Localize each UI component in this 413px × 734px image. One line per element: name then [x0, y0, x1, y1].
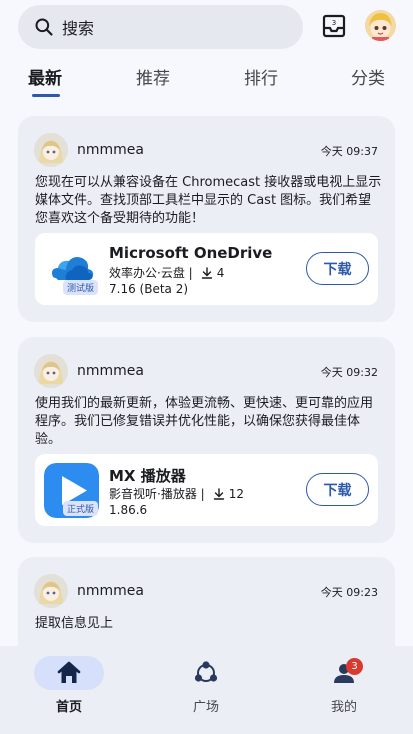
app-meta: 影音视听·播放器 | 12 — [109, 485, 244, 502]
app-version: 7.16 (Beta 2) — [109, 282, 189, 296]
notification-badge: 3 — [346, 658, 363, 675]
post-text: 您现在可以从兼容设备在 Chromecast 接收器或电视上显示媒体文件。查找顶… — [35, 175, 382, 226]
inbox-icon[interactable]: 3 — [321, 13, 347, 39]
nav-home[interactable]: 首页 — [34, 656, 104, 716]
app-meta: 效率办公·云盘 | 4 — [109, 264, 224, 281]
release-badge: 正式版 — [63, 501, 99, 516]
tab-indicator — [32, 94, 60, 97]
search-icon — [35, 18, 53, 36]
plaza-icon — [194, 661, 218, 682]
tab-bar: 最新 推荐 排行 分类 — [0, 58, 413, 100]
release-badge: 测试版 — [63, 280, 99, 295]
download-count-icon — [213, 487, 224, 500]
tab-latest[interactable]: 最新 — [28, 64, 62, 89]
tab-recommended[interactable]: 推荐 — [136, 64, 170, 89]
tab-categories[interactable]: 分类 — [351, 64, 385, 89]
app-version: 1.86.6 — [109, 503, 148, 517]
download-count: 4 — [216, 265, 225, 280]
top-bar: 搜索 3 — [0, 0, 413, 54]
post-time: 今天 09:23 — [320, 586, 378, 599]
post-username[interactable]: nmmmea — [77, 363, 144, 379]
download-button[interactable]: 下载 — [306, 252, 369, 285]
nav-label: 我的 — [330, 700, 357, 715]
app-name[interactable]: Microsoft OneDrive — [109, 244, 272, 262]
post-time: 今天 09:37 — [320, 145, 378, 158]
post-avatar[interactable] — [34, 354, 68, 388]
post-avatar[interactable] — [34, 574, 68, 608]
nav-label: 广场 — [192, 700, 219, 715]
post-avatar[interactable] — [34, 133, 68, 167]
nav-profile[interactable]: 3 我的 — [309, 656, 379, 716]
app-card[interactable]: 测试版 Microsoft OneDrive 效率办公·云盘 | 4 7.16 … — [35, 233, 378, 305]
app-card[interactable]: 正式版 MX 播放器 影音视听·播放器 | 12 1.86.6 下载 — [35, 454, 378, 526]
post-username[interactable]: nmmmea — [77, 583, 144, 599]
download-button[interactable]: 下载 — [306, 473, 369, 506]
app-name[interactable]: MX 播放器 — [109, 465, 186, 486]
search-bar[interactable]: 搜索 — [18, 5, 303, 49]
tab-ranking[interactable]: 排行 — [244, 64, 278, 89]
post-time: 今天 09:32 — [320, 366, 378, 379]
post-card[interactable]: nmmmea 今天 09:37 您现在可以从兼容设备在 Chromecast 接… — [18, 116, 395, 322]
post-text: 提取信息见上 — [35, 616, 114, 631]
post-text: 使用我们的最新更新，体验更流畅、更快速、更可靠的应用程序。我们已修复错误并优化性… — [35, 396, 374, 447]
download-count: 12 — [228, 486, 244, 501]
post-card[interactable]: nmmmea 今天 09:32 使用我们的最新更新，体验更流畅、更快速、更可靠的… — [18, 337, 395, 543]
search-placeholder: 搜索 — [62, 19, 95, 38]
bottom-navigation: 首页 广场 3 我的 — [0, 646, 413, 734]
app-category: 效率办公·云盘 | — [109, 266, 193, 280]
download-count-icon — [201, 266, 212, 279]
nav-plaza[interactable]: 广场 — [171, 656, 241, 716]
nav-label: 首页 — [55, 700, 82, 715]
home-icon — [57, 661, 81, 683]
post-username[interactable]: nmmmea — [77, 142, 144, 158]
user-avatar[interactable] — [365, 10, 396, 41]
svg-text:3: 3 — [332, 19, 336, 27]
app-category: 影音视听·播放器 | — [109, 487, 205, 501]
